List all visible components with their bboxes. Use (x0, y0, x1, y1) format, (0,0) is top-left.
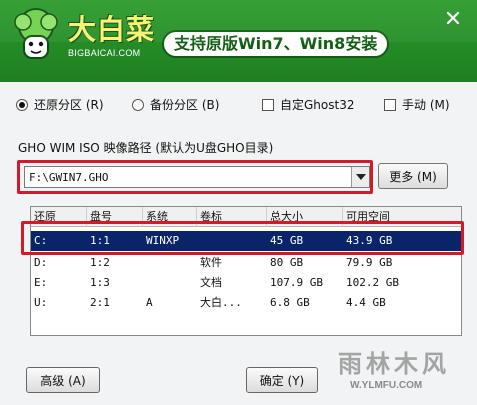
cell-total: 6.8 GB (270, 296, 310, 309)
mode-options: 还原分区 (R) 备份分区 (B) 自定Ghost32 手动 (M) (12, 96, 470, 114)
brand-name: 大白菜 (68, 13, 156, 46)
watermark: 雨林木风 W.YLMFU.COM (334, 342, 472, 400)
cell-free: 43.9 GB (346, 234, 393, 247)
image-path-value: F:\GWIN7.GHO (29, 170, 109, 184)
table-header: 还原 盘号 系统 卷标 总大小 可用空间 (31, 207, 461, 227)
col-total-size[interactable]: 总大小 (267, 207, 343, 227)
ok-button[interactable]: 确定 (Y) (246, 367, 318, 393)
table-row[interactable]: C: 1:1 WINXP 45 GB 43.9 GB (31, 231, 461, 251)
cell-total: 45 GB (270, 234, 304, 247)
cell-free: 102.2 GB (346, 276, 399, 289)
brand-url: BIGBAICAI.COM (68, 48, 141, 58)
col-label[interactable]: 卷标 (197, 207, 267, 227)
partition-table: 还原 盘号 系统 卷标 总大小 可用空间 C: 1:1 WINXP 45 GB … (30, 206, 462, 336)
cell-label: 大白... (200, 296, 242, 309)
brand-block: 大白菜 BIGBAICAI.COM (68, 14, 158, 64)
manual-label: 手动 (M) (402, 98, 450, 112)
backup-partition-label: 备份分区 (B) (150, 98, 220, 112)
col-free-space[interactable]: 可用空间 (343, 207, 461, 227)
col-restore[interactable]: 还原 (31, 207, 87, 227)
table-row[interactable]: U: 2:1 A 大白... 6.8 GB 4.4 GB (31, 293, 461, 313)
col-disk[interactable]: 盘号 (87, 207, 143, 227)
restore-partition-label: 还原分区 (R) (34, 98, 104, 112)
cell-system: WINXP (146, 234, 180, 247)
close-icon (445, 10, 461, 29)
cell-disk: 2:1 (90, 296, 110, 309)
cell-disk: 1:1 (90, 234, 110, 247)
watermark-url: W.YLMFU.COM (350, 380, 423, 391)
cell-label (197, 231, 200, 251)
image-path-label: GHO WIM ISO 映像路径 (默认为U盘GHO目录) (18, 141, 274, 155)
restore-partition-radio[interactable]: 还原分区 (R) (16, 96, 104, 113)
cell-disk: 1:2 (90, 256, 110, 269)
title-banner: 大白菜 BIGBAICAI.COM 支持原版Win7、Win8安装 (0, 0, 477, 82)
col-system[interactable]: 系统 (143, 207, 197, 227)
custom-ghost32-checkbox[interactable]: 自定Ghost32 (262, 96, 354, 113)
cell-drive: D: (34, 256, 48, 269)
manual-checkbox[interactable]: 手动 (M) (384, 96, 450, 113)
table-row[interactable]: E: 1:3 文档 107.9 GB 102.2 GB (31, 273, 461, 293)
cell-disk: 1:3 (90, 276, 110, 289)
cell-total: 107.9 GB (270, 276, 323, 289)
close-button[interactable] (437, 6, 469, 32)
cell-free: 79.9 GB (346, 256, 393, 269)
cell-drive: U: (34, 296, 48, 309)
watermark-text: 雨林木风 (338, 350, 450, 378)
checkbox-indicator (384, 98, 396, 111)
advanced-button[interactable]: 高级 (A) (26, 367, 100, 393)
cell-total: 80 GB (270, 256, 304, 269)
custom-ghost32-label: 自定Ghost32 (280, 98, 355, 112)
cell-label: 文档 (200, 276, 222, 289)
cell-drive: C: (34, 234, 48, 247)
cell-free: 4.4 GB (346, 296, 386, 309)
cell-system: A (146, 296, 153, 309)
image-path-select[interactable]: F:\GWIN7.GHO (24, 166, 370, 188)
more-button[interactable]: 更多 (M) (378, 163, 448, 189)
installer-window: 大白菜 BIGBAICAI.COM 支持原版Win7、Win8安装 还原分区 (… (0, 0, 477, 405)
checkbox-indicator (262, 98, 274, 111)
chevron-down-icon[interactable] (351, 167, 369, 187)
cell-system (143, 253, 146, 273)
cabbage-mascot-logo (8, 6, 64, 64)
backup-partition-radio[interactable]: 备份分区 (B) (132, 96, 219, 113)
radio-indicator (16, 98, 28, 111)
slogan-badge: 支持原版Win7、Win8安装 (162, 30, 390, 58)
table-row[interactable]: D: 1:2 软件 80 GB 79.9 GB (31, 253, 461, 273)
radio-indicator (132, 98, 144, 111)
cell-system (143, 273, 146, 293)
cell-label: 软件 (200, 256, 222, 269)
cell-drive: E: (34, 276, 48, 289)
